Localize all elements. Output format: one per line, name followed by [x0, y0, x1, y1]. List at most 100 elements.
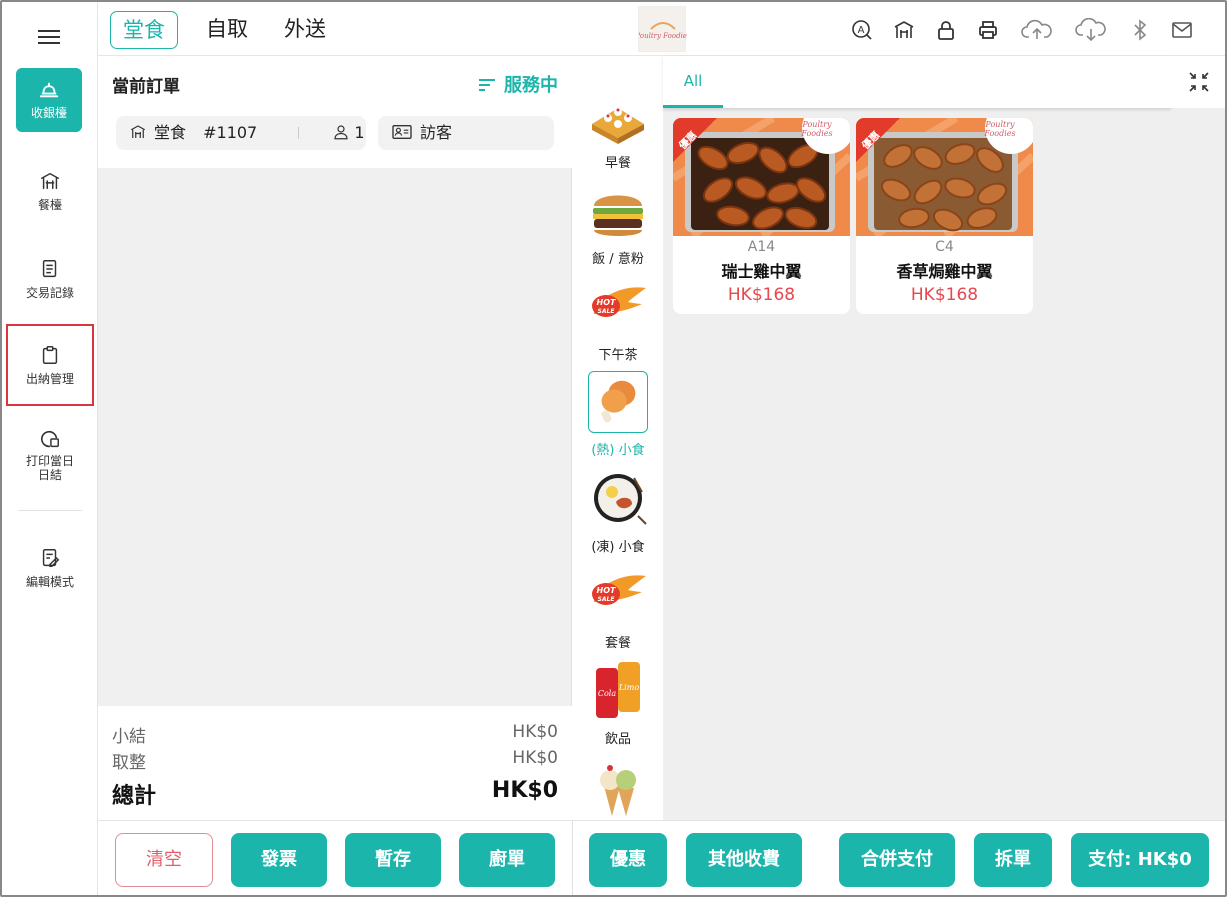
kitchen-ticket-button[interactable]: 廚單 — [459, 833, 555, 887]
hot-sale-icon: HOTSALE — [592, 575, 646, 605]
category-list: 早餐 飯 / 意粉 HOT SALE 下午茶 (熱) 小食 (凍) 小食 HOT S… — [573, 56, 663, 820]
waffle-icon — [592, 108, 644, 144]
document-icon — [42, 260, 57, 278]
sidebar-divider — [18, 510, 82, 511]
invoice-button[interactable]: 發票 — [231, 833, 327, 887]
cloud-download-icon[interactable] — [1074, 18, 1108, 42]
subtotal-row: 小結 HK$0 — [112, 722, 558, 747]
burger-icon — [593, 195, 643, 236]
brand-logo: Poultry Foodies — [634, 6, 691, 52]
svg-text:HOT: HOT — [597, 586, 616, 595]
product-card[interactable]: 優惠 Poultry Foodies C4 香草焗雞中翼 HK$168 — [856, 118, 1033, 314]
product-image: 優惠 Poultry Foodies — [856, 118, 1033, 236]
product-code: C4 — [935, 239, 954, 255]
other-charge-button[interactable]: 其他收費 — [686, 833, 802, 887]
category-label: (熱) 小食 — [591, 443, 645, 458]
category-rice-pasta[interactable]: 飯 / 意粉 — [573, 180, 663, 267]
clear-button[interactable]: 清空 — [115, 833, 213, 887]
order-status-button[interactable]: 服務中 — [478, 71, 558, 97]
tab-dine-in[interactable]: 堂食 — [110, 11, 178, 49]
pay-button[interactable]: 支付: HK$0 — [1071, 833, 1209, 887]
sidebar-item-label: 餐檯 — [37, 198, 62, 212]
order-summary: 小結 HK$0 取整 HK$0 總計 HK$0 — [98, 706, 572, 820]
category-label: 飲品 — [604, 732, 631, 747]
fried-chicken-icon — [588, 371, 648, 433]
mail-icon[interactable] — [1170, 18, 1194, 42]
category-label: 早餐 — [604, 156, 631, 171]
product-name: 瑞士雞中翼 — [721, 262, 802, 281]
svg-text:Poultry Foodies: Poultry Foodies — [639, 32, 687, 40]
guest-count: 1 — [354, 123, 365, 142]
clipboard-icon — [42, 346, 58, 364]
product-price: HK$168 — [910, 285, 979, 305]
print-report-icon — [41, 430, 59, 448]
sidebar-item-label: 編輯模式 — [25, 575, 74, 589]
tab-takeaway[interactable]: 自取 — [194, 11, 260, 49]
svg-text:SALE: SALE — [598, 308, 616, 315]
rounding-value: HK$0 — [512, 748, 558, 768]
split-bill-button[interactable]: 拆單 — [974, 833, 1052, 887]
lock-icon[interactable] — [934, 18, 958, 42]
order-info-pill[interactable]: 堂食 #1107 1 — [116, 116, 366, 150]
sidebar-item-transactions[interactable]: 交易記錄 — [6, 258, 94, 301]
customer-name: 訪客 — [420, 123, 453, 142]
category-dessert[interactable] — [573, 756, 663, 820]
sidebar-item-label: 打印當日日結 — [25, 454, 74, 482]
auto-accept-icon[interactable]: A — [850, 18, 874, 42]
tab-all[interactable]: All — [663, 56, 723, 108]
sidebar-item-tables[interactable]: 餐檯 — [6, 170, 94, 213]
category-drinks[interactable]: Cola Limo 飲品 — [573, 660, 663, 747]
svg-text:SALE: SALE — [598, 596, 616, 603]
printer-icon[interactable] — [976, 18, 1000, 42]
category-breakfast[interactable]: 早餐 — [573, 84, 663, 171]
table-icon[interactable] — [892, 18, 916, 42]
menu-icon[interactable] — [38, 26, 60, 46]
hot-sale-icon: HOTSALE — [592, 287, 646, 317]
bell-icon — [39, 82, 59, 98]
tab-delivery[interactable]: 外送 — [272, 11, 338, 49]
sidebar-item-cashier[interactable]: 收銀檯 — [16, 68, 82, 132]
svg-text:Limo: Limo — [618, 683, 639, 692]
merge-payment-button[interactable]: 合併支付 — [839, 833, 955, 887]
sidebar-item-print-daily-report[interactable]: 打印當日日結 — [6, 428, 94, 482]
order-mode: 堂食 — [154, 123, 187, 142]
category-hot-snacks[interactable]: (熱) 小食 — [573, 371, 663, 458]
category-afternoon-tea[interactable]: HOT SALE 下午茶 — [573, 276, 663, 363]
action-bar: 清空 發票 暫存 廚單 優惠 其他收費 合併支付 拆單 支付: HK$0 — [98, 820, 1225, 895]
svg-text:A: A — [858, 25, 865, 36]
hold-button[interactable]: 暫存 — [345, 833, 441, 887]
total-label: 總計 — [112, 784, 157, 809]
sidebar: 收銀檯 餐檯 交易記錄 出納管理 打印當日日結 編輯模式 — [2, 2, 98, 895]
order-number: #1107 — [203, 123, 258, 142]
category-cold-snacks[interactable]: (凍) 小食 — [573, 468, 663, 555]
category-set-meal[interactable]: HOT SALE 套餐 — [573, 564, 663, 651]
table-icon — [130, 125, 146, 138]
collapse-icon — [1189, 72, 1209, 92]
ice-cream-icon — [600, 765, 636, 816]
person-icon — [334, 125, 349, 140]
order-panel: 當前訂單 服務中 堂食 #1107 1 訪客 小結 HK$0 取整 HK$0 總計 H… — [98, 56, 572, 820]
edit-icon — [42, 549, 60, 567]
order-status-label: 服務中 — [504, 75, 558, 96]
product-area: All 優惠 Poultry Foodies A14 瑞士雞中翼 HK$168 … — [663, 56, 1225, 820]
sidebar-item-label: 交易記錄 — [25, 286, 74, 300]
sort-lines-icon — [479, 79, 495, 91]
pill-divider — [298, 127, 300, 139]
category-label: 下午茶 — [598, 348, 638, 363]
brand-watermark: Poultry Foodies — [801, 120, 833, 138]
collapse-button[interactable] — [1171, 56, 1225, 108]
sidebar-item-cash-management[interactable]: 出納管理 — [6, 324, 94, 406]
bluetooth-icon[interactable] — [1128, 18, 1152, 42]
customer-pill[interactable]: 訪客 — [378, 116, 554, 150]
rounding-row: 取整 HK$0 — [112, 748, 558, 773]
plate-icon — [594, 474, 647, 525]
rounding-label: 取整 — [112, 753, 146, 773]
product-tab-bar: All — [663, 56, 1171, 108]
product-card[interactable]: 優惠 Poultry Foodies A14 瑞士雞中翼 HK$168 — [673, 118, 850, 314]
sidebar-item-label: 收銀檯 — [30, 106, 67, 120]
subtotal-value: HK$0 — [512, 722, 558, 742]
total-row: 總計 HK$0 — [112, 778, 558, 810]
sidebar-item-edit-mode[interactable]: 編輯模式 — [6, 547, 94, 590]
cloud-upload-icon[interactable] — [1020, 18, 1054, 42]
discount-button[interactable]: 優惠 — [589, 833, 667, 887]
